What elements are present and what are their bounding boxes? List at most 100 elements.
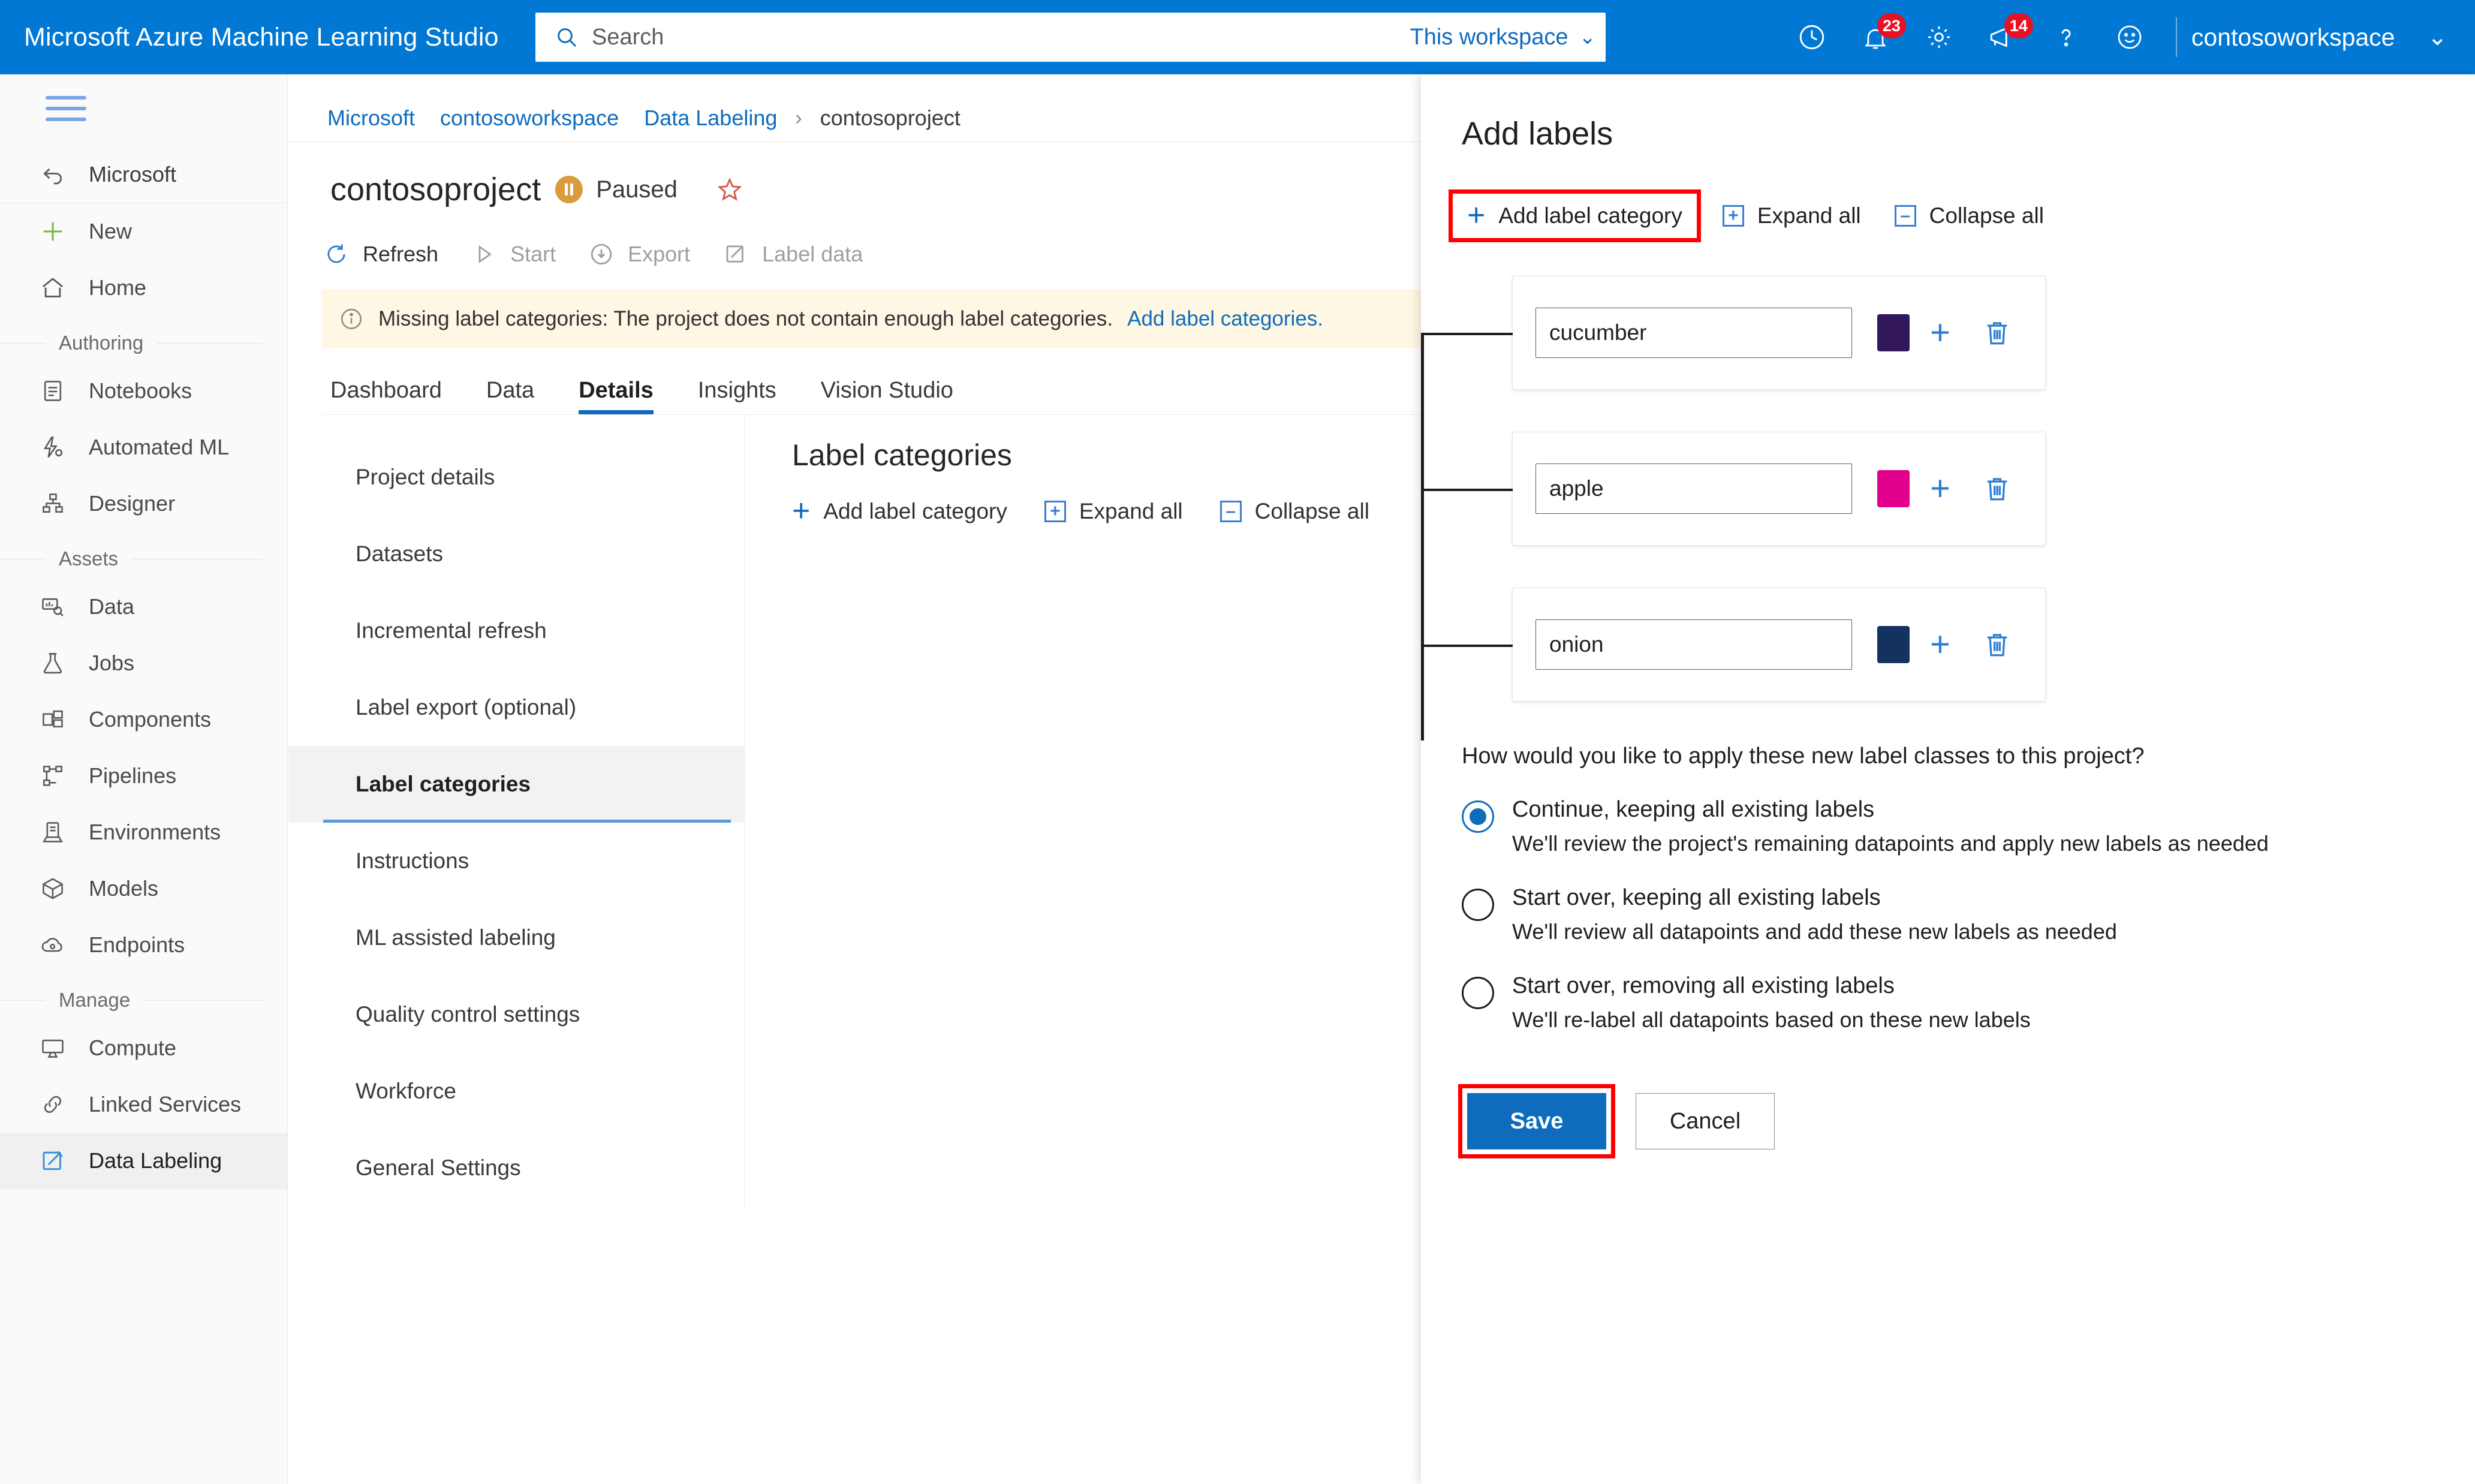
label-color-swatch[interactable] xyxy=(1877,314,1910,351)
apply-option-start-over-keep[interactable]: Start over, keeping all existing labels … xyxy=(1462,885,2475,965)
sidebar-item-data[interactable]: Data xyxy=(0,579,287,635)
label-category-name-input[interactable] xyxy=(1535,308,1852,358)
label-color-swatch[interactable] xyxy=(1877,626,1910,663)
sidebar-item-label: Designer xyxy=(89,491,176,516)
option-label: Continue, keeping all existing labels xyxy=(1512,797,1875,822)
sidebar-item-compute[interactable]: Compute xyxy=(0,1020,287,1076)
panel-add-label-category-button[interactable]: + Add label category xyxy=(1449,189,1701,242)
search-input[interactable] xyxy=(592,24,1410,50)
tab-dashboard[interactable]: Dashboard xyxy=(330,378,442,414)
collapse-all-icon: – xyxy=(1894,205,1916,227)
collapse-all-icon: – xyxy=(1220,501,1242,522)
label-category-name-input[interactable] xyxy=(1535,463,1852,514)
label-category-name-input[interactable] xyxy=(1535,619,1852,670)
sidebar-item-label: Data Labeling xyxy=(89,1148,222,1173)
status-badge: Paused xyxy=(596,176,678,203)
tab-vision-studio[interactable]: Vision Studio xyxy=(821,378,953,414)
details-nav-item-datasets[interactable]: Datasets xyxy=(288,516,744,592)
label-data-button[interactable]: Label data xyxy=(721,242,863,267)
sidebar-item-jobs[interactable]: Jobs xyxy=(0,635,287,691)
details-nav-label: Project details xyxy=(356,465,495,489)
add-child-label-icon[interactable]: + xyxy=(1930,471,1950,505)
sidebar-item-endpoints[interactable]: Endpoints xyxy=(0,917,287,973)
top-bar-divider xyxy=(2175,17,2177,57)
tab-insights[interactable]: Insights xyxy=(698,378,776,414)
chevron-down-icon: ⌄ xyxy=(1579,26,1597,49)
search-scope-dropdown[interactable]: This workspace ⌄ xyxy=(1410,25,1596,50)
add-child-label-icon[interactable]: + xyxy=(1930,315,1950,350)
details-nav-item-ml-assisted-labeling[interactable]: ML assisted labeling xyxy=(288,899,744,976)
radio-button[interactable] xyxy=(1462,889,1494,921)
tab-data[interactable]: Data xyxy=(486,378,534,414)
workspace-name[interactable]: contosoworkspace xyxy=(2191,23,2395,52)
top-bar-actions: 23 14 contosoworkspace ⌄ xyxy=(1780,0,2475,74)
details-nav-label: Datasets xyxy=(356,541,444,566)
label-color-swatch[interactable] xyxy=(1877,470,1910,507)
breadcrumb-item-data-labeling[interactable]: Data Labeling xyxy=(644,106,777,131)
details-nav-item-label-export[interactable]: Label export (optional) xyxy=(288,669,744,746)
breadcrumb-item-microsoft[interactable]: Microsoft xyxy=(327,106,415,131)
sidebar-item-pipelines[interactable]: Pipelines xyxy=(0,748,287,804)
history-icon[interactable] xyxy=(1780,0,1844,74)
start-button[interactable]: Start xyxy=(469,242,556,267)
expand-all-icon: + xyxy=(1044,501,1066,522)
sidebar-item-environments[interactable]: Environments xyxy=(0,804,287,860)
apply-option-start-over-remove[interactable]: Start over, removing all existing labels… xyxy=(1462,973,2475,1053)
export-button[interactable]: Export xyxy=(587,242,690,267)
refresh-button[interactable]: Refresh xyxy=(322,242,438,267)
sidebar-item-new[interactable]: New xyxy=(0,203,287,260)
details-nav-item-general-settings[interactable]: General Settings xyxy=(288,1130,744,1206)
delete-label-icon[interactable] xyxy=(1982,317,2013,348)
command-label: Export xyxy=(628,242,691,266)
feedback-icon[interactable] xyxy=(2098,0,2161,74)
add-child-label-icon[interactable]: + xyxy=(1930,627,1950,661)
gear-icon[interactable] xyxy=(1907,0,1971,74)
help-icon[interactable] xyxy=(2034,0,2098,74)
option-description: We'll review the project's remaining dat… xyxy=(1512,831,2269,856)
details-nav-item-incremental-refresh[interactable]: Incremental refresh xyxy=(288,592,744,669)
section-title: Label categories xyxy=(792,438,1012,472)
chevron-down-icon[interactable]: ⌄ xyxy=(2427,23,2447,51)
breadcrumb-item-workspace[interactable]: contosoworkspace xyxy=(440,106,619,131)
apply-option-continue[interactable]: Continue, keeping all existing labels We… xyxy=(1462,797,2475,877)
sidebar-item-linked-services[interactable]: Linked Services xyxy=(0,1076,287,1133)
details-nav-item-workforce[interactable]: Workforce xyxy=(288,1053,744,1130)
plus-icon: + xyxy=(792,493,811,529)
sidebar-item-notebooks[interactable]: Notebooks xyxy=(0,363,287,419)
bell-icon[interactable]: 23 xyxy=(1844,0,1907,74)
panel-collapse-all-button[interactable]: – Collapse all xyxy=(1894,203,2044,228)
toolbar-label: Collapse all xyxy=(1929,203,2044,228)
command-label: Label data xyxy=(762,242,863,266)
sidebar-item-models[interactable]: Models xyxy=(0,860,287,917)
sidebar-item-automated-ml[interactable]: Automated ML xyxy=(0,419,287,475)
details-nav-label: Instructions xyxy=(356,848,469,873)
radio-button[interactable] xyxy=(1462,977,1494,1009)
sidebar-item-label: Components xyxy=(89,707,212,732)
details-nav-item-quality-control[interactable]: Quality control settings xyxy=(288,976,744,1053)
hamburger-menu-icon[interactable] xyxy=(0,74,287,146)
details-nav: Project details Datasets Incremental ref… xyxy=(288,415,745,1206)
sidebar-item-data-labeling[interactable]: Data Labeling xyxy=(0,1133,287,1189)
sidebar-item-designer[interactable]: Designer xyxy=(0,475,287,532)
expand-all-button[interactable]: + Expand all xyxy=(1044,499,1183,524)
add-label-category-button[interactable]: + Add label category xyxy=(792,493,1007,529)
details-nav-divider xyxy=(744,415,745,1206)
delete-label-icon[interactable] xyxy=(1982,473,2013,504)
global-search[interactable]: This workspace ⌄ xyxy=(535,13,1606,62)
delete-label-icon[interactable] xyxy=(1982,629,2013,660)
sidebar-item-back-microsoft[interactable]: Microsoft xyxy=(0,146,287,203)
megaphone-icon[interactable]: 14 xyxy=(1971,0,2034,74)
cancel-button[interactable]: Cancel xyxy=(1636,1093,1775,1149)
collapse-all-button[interactable]: – Collapse all xyxy=(1220,499,1369,524)
details-nav-item-label-categories[interactable]: Label categories xyxy=(288,746,744,823)
tab-details[interactable]: Details xyxy=(579,378,654,414)
star-icon[interactable] xyxy=(716,176,743,203)
details-nav-item-project-details[interactable]: Project details xyxy=(288,439,744,516)
sidebar-item-components[interactable]: Components xyxy=(0,691,287,748)
panel-expand-all-button[interactable]: + Expand all xyxy=(1722,203,1861,228)
radio-button[interactable] xyxy=(1462,800,1494,833)
details-nav-item-instructions[interactable]: Instructions xyxy=(288,823,744,899)
sidebar-item-home[interactable]: Home xyxy=(0,260,287,316)
banner-link-add-label-categories[interactable]: Add label categories. xyxy=(1127,307,1323,331)
save-button[interactable]: Save xyxy=(1467,1093,1606,1149)
